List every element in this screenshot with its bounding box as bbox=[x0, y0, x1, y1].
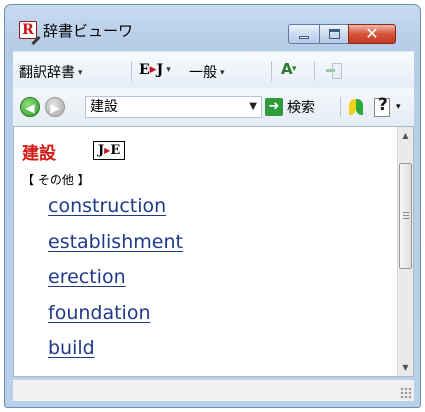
chevron-down-icon: ▾ bbox=[166, 65, 171, 75]
font-icon[interactable]: A ▾ bbox=[280, 60, 302, 81]
translation-link[interactable]: construction bbox=[48, 195, 166, 217]
maximize-icon bbox=[329, 29, 340, 39]
toolbar-divider bbox=[340, 97, 341, 117]
back-icon[interactable]: ◀ bbox=[20, 97, 40, 117]
part-of-speech-label: 【 その他 】 bbox=[22, 173, 90, 187]
direction-badge: J▶E bbox=[93, 141, 126, 160]
entry-headword: 建設 bbox=[22, 144, 56, 164]
minimize-button[interactable] bbox=[288, 24, 320, 44]
title-bar[interactable]: R 辞書ビューワ ✕ bbox=[5, 5, 420, 51]
search-input[interactable]: 建設 ▼ bbox=[85, 96, 262, 118]
dictionary-viewer-window: R 辞書ビューワ ✕ 翻訳辞書 ▾ E▶J ▾ 一般 ▾ A ▾ ◀ ▶ 建設 … bbox=[4, 4, 421, 408]
resize-grip-icon[interactable] bbox=[400, 387, 412, 399]
forward-icon[interactable]: ▶ bbox=[45, 97, 65, 117]
scrollbar-thumb[interactable] bbox=[399, 163, 412, 269]
toolbar-divider bbox=[131, 61, 132, 81]
chevron-down-icon: ▾ bbox=[220, 68, 225, 78]
window-title: 辞書ビューワ bbox=[43, 22, 134, 40]
list-item: erection bbox=[48, 260, 183, 296]
close-button[interactable]: ✕ bbox=[348, 24, 396, 44]
maximize-button[interactable] bbox=[319, 24, 349, 44]
scroll-down-icon[interactable]: ▼ bbox=[398, 359, 413, 376]
field-select-label: 一般 bbox=[189, 65, 217, 81]
toolbar-divider bbox=[314, 61, 315, 81]
search-toolbar: ◀ ▶ 建設 ▼ ➜ 検索 ? ▾ bbox=[13, 88, 414, 126]
list-item: construction bbox=[48, 189, 183, 225]
list-item: build bbox=[48, 331, 183, 367]
direction-select-menu[interactable]: E▶J ▾ bbox=[139, 62, 171, 78]
vertical-scrollbar[interactable]: ▲ ▼ bbox=[397, 127, 413, 376]
chevron-down-icon: ▾ bbox=[78, 68, 83, 78]
dictionary-select-label: 翻訳辞書 bbox=[19, 65, 75, 81]
direction-to-label: J bbox=[156, 62, 164, 78]
dictionary-toolbar: 翻訳辞書 ▾ E▶J ▾ 一般 ▾ A ▾ bbox=[13, 51, 414, 88]
search-input-value: 建設 bbox=[90, 99, 118, 115]
beginner-mark-icon[interactable] bbox=[349, 99, 363, 116]
toolbar-divider bbox=[271, 61, 272, 81]
dictionary-select-menu[interactable]: 翻訳辞書 ▾ bbox=[19, 62, 83, 82]
search-button[interactable]: ➜ 検索 bbox=[265, 96, 335, 118]
scroll-up-icon[interactable]: ▲ bbox=[398, 127, 413, 144]
translation-link[interactable]: erection bbox=[48, 266, 126, 288]
app-dictionary-icon: R bbox=[19, 21, 41, 46]
list-item: establishment bbox=[48, 225, 183, 261]
translation-list: construction establishment erection foun… bbox=[48, 189, 183, 367]
direction-from-label: E bbox=[139, 62, 150, 78]
exit-icon[interactable] bbox=[326, 62, 344, 80]
status-bar bbox=[13, 379, 414, 401]
search-history-dropdown-icon[interactable]: ▼ bbox=[249, 97, 257, 117]
search-button-label: 検索 bbox=[287, 100, 315, 116]
help-icon[interactable]: ? ▾ bbox=[374, 95, 408, 119]
close-icon: ✕ bbox=[365, 24, 379, 43]
field-select-menu[interactable]: 一般 ▾ bbox=[189, 62, 225, 82]
search-go-icon: ➜ bbox=[265, 98, 283, 116]
entry-content-pane: 建設 J▶E 【 その他 】 construction establishmen… bbox=[13, 126, 414, 377]
direction-arrow-icon: ▶ bbox=[149, 65, 157, 75]
translation-link[interactable]: build bbox=[48, 337, 95, 359]
minimize-icon bbox=[299, 36, 309, 39]
grip-icon bbox=[403, 212, 409, 219]
translation-link[interactable]: foundation bbox=[48, 302, 151, 324]
translation-link[interactable]: establishment bbox=[48, 231, 183, 253]
badge-to-label: E bbox=[110, 143, 121, 158]
list-item: foundation bbox=[48, 296, 183, 332]
